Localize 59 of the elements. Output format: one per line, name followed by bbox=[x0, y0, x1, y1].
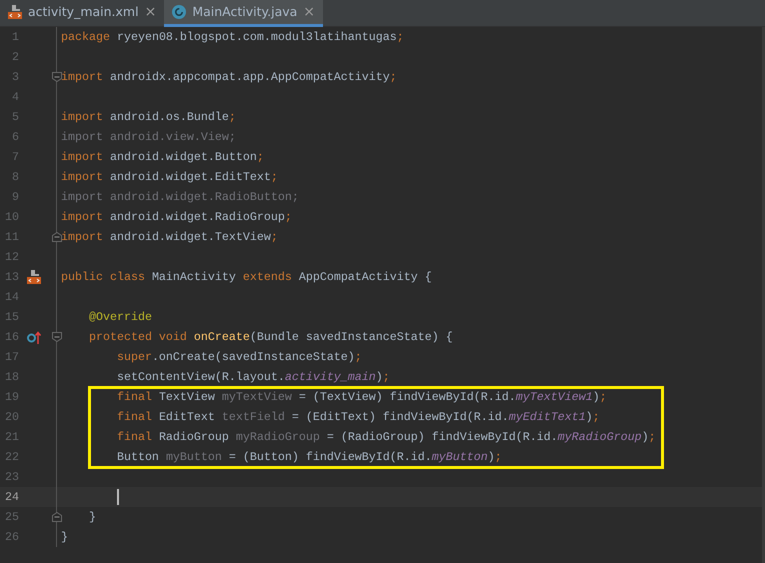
line-number: 4 bbox=[12, 89, 19, 106]
code-line: import android.widget.Button; bbox=[60, 149, 264, 166]
code-line: import android.widget.RadioGroup; bbox=[60, 209, 292, 226]
code-line: import android.widget.RadioButton; bbox=[60, 189, 299, 206]
code-line: import android.widget.EditText; bbox=[60, 169, 278, 186]
line-number: 8 bbox=[12, 169, 19, 186]
line-number: 15 bbox=[5, 309, 19, 326]
line-number: 14 bbox=[5, 289, 19, 306]
code-line: } bbox=[60, 529, 68, 546]
code-line: import android.os.Bundle; bbox=[60, 109, 236, 126]
line-number: 1 bbox=[12, 29, 19, 46]
line-number: 23 bbox=[5, 469, 19, 486]
line-number: 19 bbox=[5, 389, 19, 406]
line-number: 18 bbox=[5, 369, 19, 386]
editor-tab[interactable]: activity_main.xml × bbox=[0, 0, 164, 27]
code-line: public class MainActivity extends AppCompatActivity { bbox=[60, 269, 432, 286]
layout-file-icon bbox=[27, 270, 41, 284]
code-line: import android.widget.TextView; bbox=[60, 229, 278, 246]
line-number: 24 bbox=[5, 489, 19, 506]
line-number: 2 bbox=[12, 49, 19, 66]
editor-tab[interactable]: MainActivity.java × bbox=[164, 0, 324, 27]
code-line: protected void onCreate(Bundle savedInstanceState) { bbox=[88, 329, 453, 346]
code-line: import androidx.appcompat.app.AppCompatActivity; bbox=[60, 69, 397, 86]
line-number: 9 bbox=[12, 189, 19, 206]
code-line: final TextView myTextView = (TextView) findViewById(R.id.myTextView1); bbox=[116, 389, 607, 406]
line-number: 5 bbox=[12, 109, 19, 126]
text-cursor bbox=[117, 489, 119, 505]
fold-marker-icon bbox=[52, 72, 62, 82]
line-number: 6 bbox=[12, 129, 19, 146]
fold-marker-icon bbox=[52, 232, 62, 242]
code-line: final EditText textField = (EditText) findViewById(R.id.myEditText1); bbox=[116, 409, 600, 426]
close-icon[interactable]: × bbox=[144, 2, 156, 22]
line-number: 17 bbox=[5, 349, 19, 366]
line-number: 10 bbox=[5, 209, 19, 226]
xml-file-icon bbox=[8, 5, 22, 19]
line-number: 13 bbox=[5, 269, 19, 286]
line-number: 20 bbox=[5, 409, 19, 426]
code-line: @Override bbox=[88, 309, 152, 326]
fold-marker-icon bbox=[52, 512, 62, 522]
code-line: import android.view.View; bbox=[60, 129, 236, 146]
code-line: package ryeyen08.blogspot.com.modul3latihantugas; bbox=[60, 29, 404, 46]
line-number: 25 bbox=[5, 509, 19, 526]
line-number: 21 bbox=[5, 429, 19, 446]
line-number: 11 bbox=[5, 229, 19, 246]
close-icon[interactable]: × bbox=[303, 2, 316, 22]
line-number: 3 bbox=[12, 69, 19, 86]
code-line: setContentView(R.layout.activity_main); bbox=[116, 369, 390, 386]
code-line: Button myButton = (Button) findViewById(R.id.myButton); bbox=[116, 449, 502, 466]
line-number: 22 bbox=[5, 449, 19, 466]
line-number: 16 bbox=[5, 329, 19, 346]
code-line: } bbox=[88, 509, 96, 526]
code-line: final RadioGroup myRadioGroup = (RadioGroup) findViewById(R.id.myRadioGroup); bbox=[116, 429, 656, 446]
line-number: 12 bbox=[5, 249, 19, 266]
fold-marker-icon bbox=[52, 332, 62, 342]
class-file-icon bbox=[172, 5, 186, 19]
override-method-icon bbox=[27, 330, 41, 344]
line-number: 26 bbox=[5, 529, 19, 546]
line-number: 7 bbox=[12, 149, 19, 166]
code-line: super.onCreate(savedInstanceState); bbox=[116, 349, 362, 366]
